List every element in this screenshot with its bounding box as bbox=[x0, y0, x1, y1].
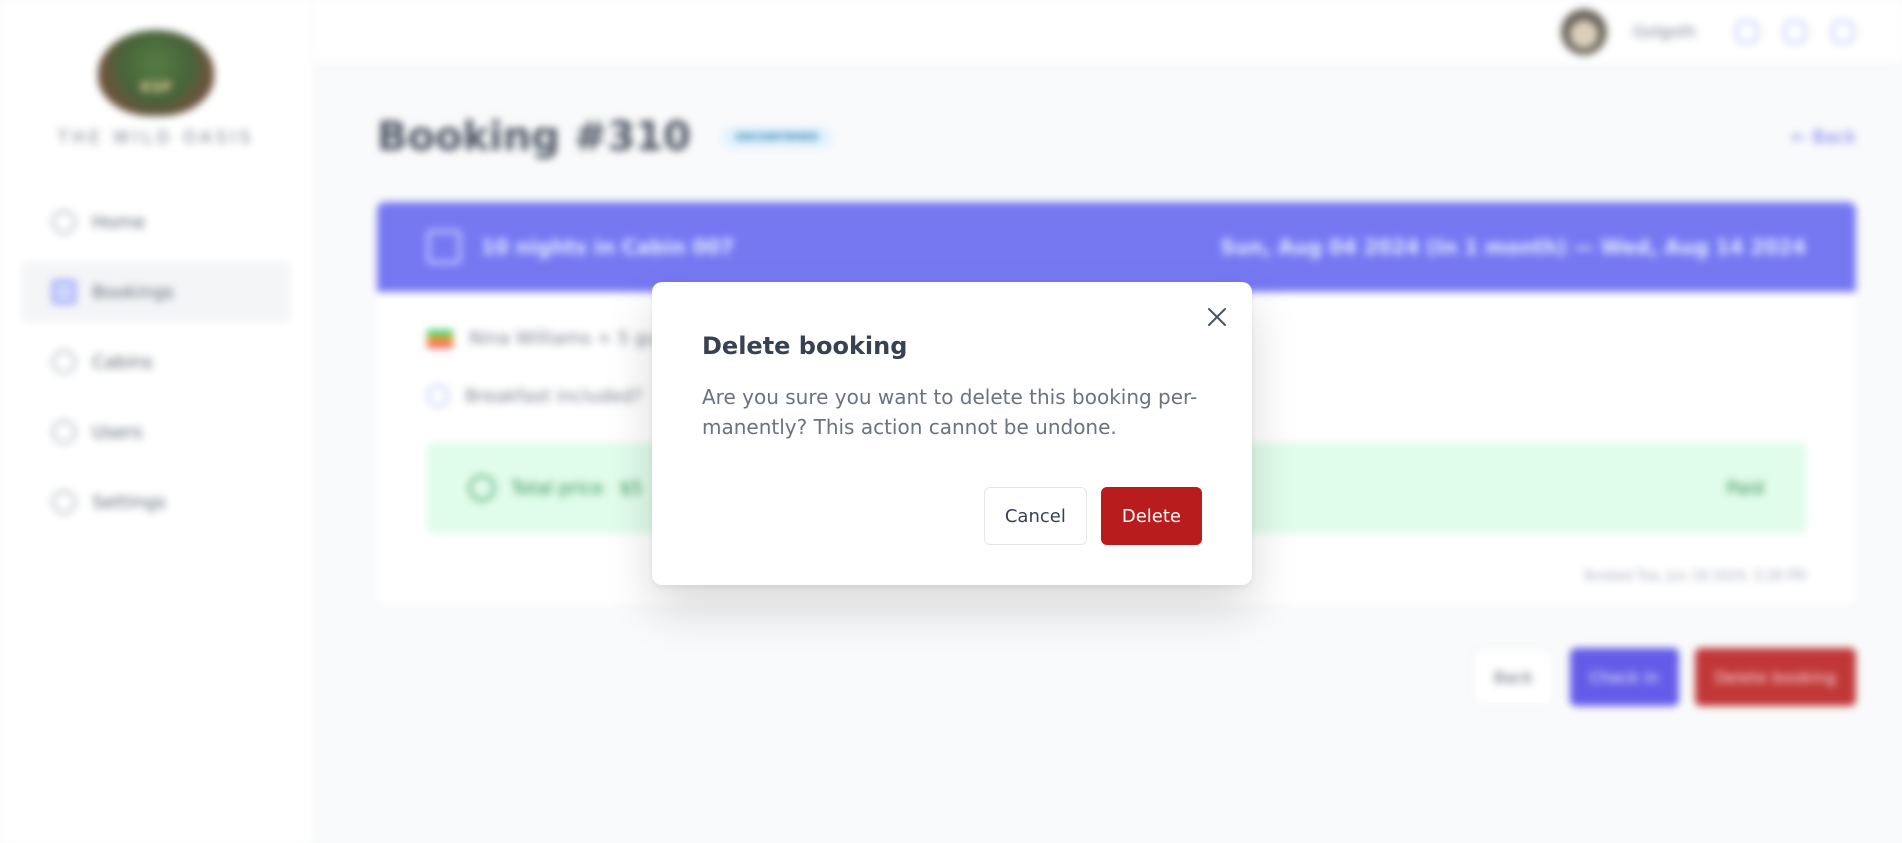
modal-actions: Cancel Delete bbox=[983, 487, 1202, 545]
close-button[interactable] bbox=[1200, 300, 1234, 334]
modal-title: Delete booking bbox=[702, 332, 908, 360]
modal-message: Are you sure you want to delete this boo… bbox=[702, 385, 1198, 439]
cancel-button[interactable]: Cancel bbox=[983, 487, 1087, 545]
close-icon bbox=[1208, 308, 1226, 326]
delete-modal: Delete booking Are you sure you want to … bbox=[652, 282, 1252, 585]
delete-button[interactable]: Delete bbox=[1100, 487, 1202, 545]
